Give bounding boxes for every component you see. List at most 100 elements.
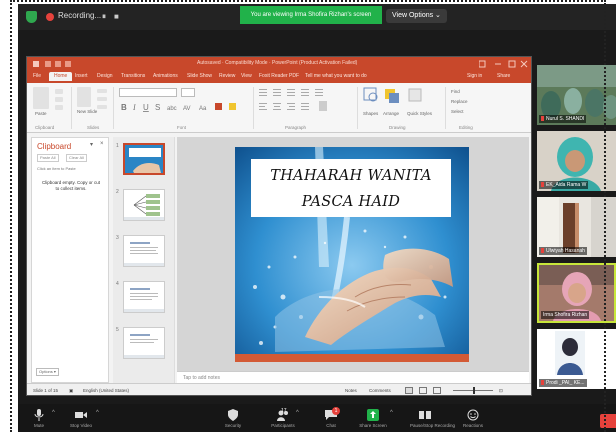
participants-options-caret[interactable]: ^ — [296, 410, 299, 416]
select-button[interactable]: Select — [451, 109, 464, 114]
comments-toggle-button[interactable]: Comments — [369, 388, 391, 393]
group-label-font: Font — [177, 125, 187, 130]
ppt-status-bar: Slide 1 of 15 ▣ English (United States) … — [27, 383, 531, 395]
paragraph-format-icons[interactable] — [259, 89, 351, 115]
notes-toggle-button[interactable]: Notes — [345, 388, 357, 393]
slide-thumbnail-4[interactable] — [123, 281, 165, 313]
tab-slide-show[interactable]: Slide Show — [187, 73, 212, 79]
reactions-icon — [467, 409, 479, 421]
thumb-number: 3 — [116, 235, 119, 241]
end-meeting-button[interactable] — [600, 414, 616, 428]
video-options-caret[interactable]: ^ — [96, 410, 99, 416]
tab-animations[interactable]: Animations — [153, 73, 178, 79]
participant-name: EK_Aida Rama W — [539, 181, 589, 189]
ribbon-divider — [71, 87, 72, 129]
tab-file[interactable]: File — [33, 73, 41, 79]
close-icon[interactable]: × — [100, 141, 104, 147]
share-screen-icon — [367, 409, 379, 421]
reading-view-icon[interactable] — [433, 387, 441, 394]
fit-slide-icon[interactable]: ⊡ — [499, 388, 503, 394]
tab-view[interactable]: View — [241, 73, 252, 79]
notes-pane[interactable]: Tap to add notes — [177, 371, 529, 383]
new-slide-label: New Slide — [77, 109, 98, 114]
cut-icon[interactable] — [55, 89, 63, 94]
participant-tile-active-speaker[interactable]: Irma Shofira Rizhan — [537, 263, 616, 323]
copy-icon[interactable] — [55, 97, 63, 102]
mute-button[interactable]: Mute — [24, 409, 54, 428]
tell-me-search[interactable]: Tell me what you want to do — [305, 73, 367, 79]
replace-button[interactable]: Replace — [451, 99, 468, 104]
tab-design[interactable]: Design — [97, 73, 113, 79]
spell-check-icon[interactable]: ▣ — [69, 388, 73, 394]
slide-thumbnail-5[interactable] — [123, 327, 165, 359]
shield-icon — [228, 409, 238, 421]
reactions-button[interactable]: Reactions — [458, 409, 488, 428]
clipboard-hint: Click an item to Paste — [37, 166, 76, 171]
paste-all-button[interactable]: Paste All — [37, 154, 59, 162]
normal-view-icon[interactable] — [405, 387, 413, 394]
slide-thumbnail-3[interactable] — [123, 235, 165, 267]
pause-recording-icon[interactable]: ⏸ — [102, 12, 106, 22]
slide-edit-area: THAHARAH WANITA PASCA HAID — [177, 137, 529, 371]
encryption-shield-icon[interactable] — [26, 11, 37, 23]
view-options-button[interactable]: View Options ⌄ — [386, 9, 447, 23]
tab-review[interactable]: Review — [219, 73, 235, 79]
share-button[interactable]: Share — [497, 73, 510, 79]
stop-video-button[interactable]: Stop Video — [66, 409, 96, 428]
slide-thumbnail-1[interactable] — [123, 143, 165, 175]
clipboard-pane-title: Clipboard — [37, 142, 72, 151]
clear-all-button[interactable]: Clear All — [66, 154, 87, 162]
participant-tile[interactable]: Prodi _PAI_ KE... — [537, 329, 616, 389]
font-name-dropdown[interactable] — [119, 88, 177, 97]
powerpoint-window: Autosaved · Compatibility Mode · PowerPo… — [26, 56, 532, 396]
slide-title-line-2: PASCA HAID — [301, 194, 401, 210]
slide-sorter-view-icon[interactable] — [419, 387, 427, 394]
slide-title-box[interactable]: THAHARAH WANITA PASCA HAID — [251, 159, 451, 217]
share-options-caret[interactable]: ^ — [390, 410, 393, 416]
layout-icon[interactable] — [97, 89, 107, 93]
chat-button[interactable]: Chat — [316, 409, 346, 428]
audio-options-caret[interactable]: ^ — [52, 410, 55, 416]
participant-tile[interactable]: Nurul S. SHANDI — [537, 65, 616, 125]
stop-recording-icon[interactable]: ■ — [114, 12, 119, 21]
zoom-slider-handle[interactable] — [473, 387, 475, 394]
participant-name: Prodi _PAI_ KE... — [539, 379, 587, 387]
tab-foxit-pdf[interactable]: Foxit Reader PDF — [259, 73, 299, 79]
tab-insert[interactable]: Insert — [75, 73, 88, 79]
main-slide[interactable]: THAHARAH WANITA PASCA HAID — [235, 147, 469, 362]
section-icon[interactable] — [97, 105, 107, 109]
format-painter-icon[interactable] — [55, 105, 63, 110]
reset-icon[interactable] — [97, 97, 107, 101]
participant-tile[interactable]: EK_Aida Rama W — [537, 131, 616, 191]
font-format-icons[interactable]: B I U S abc AV Aa — [119, 101, 249, 113]
tab-transitions[interactable]: Transitions — [121, 73, 145, 79]
quick-styles-label: Quick Styles — [407, 111, 433, 116]
zoom-meeting-toolbar: Mute ^ Stop Video ^ Security Participant… — [18, 404, 616, 432]
slide-thumbnail-2[interactable] — [123, 189, 165, 221]
thumb-number: 2 — [116, 189, 119, 195]
tab-home[interactable]: Home — [49, 72, 73, 81]
ribbon-divider — [445, 87, 446, 129]
pane-options-icon[interactable]: ▾ — [90, 141, 93, 148]
shapes-label: Shapes — [363, 111, 379, 116]
participants-count: 17 — [281, 408, 287, 414]
language-indicator[interactable]: English (United States) — [83, 388, 129, 393]
security-button[interactable]: Security — [218, 409, 248, 428]
group-label-drawing: Drawing — [389, 125, 406, 130]
ribbon-divider — [113, 87, 114, 129]
window-controls-icons[interactable] — [479, 60, 529, 68]
recording-status: Recording... — [58, 11, 102, 20]
find-button[interactable]: Find — [451, 89, 460, 94]
clipboard-options-button[interactable]: Options ▾ — [36, 368, 59, 376]
font-size-dropdown[interactable] — [181, 88, 195, 97]
share-screen-button[interactable]: Share Screen — [358, 409, 388, 428]
paste-icon[interactable] — [33, 87, 49, 109]
drawing-tools-icons[interactable] — [363, 87, 433, 109]
svg-text:AV: AV — [183, 106, 191, 112]
new-slide-icon[interactable] — [77, 87, 91, 107]
sign-in-link[interactable]: Sign in — [467, 73, 482, 79]
participant-name: Irma Shofira Rizhan — [541, 311, 590, 319]
pause-stop-recording-button[interactable]: Pause/Stop Recording — [410, 409, 455, 428]
participant-tile[interactable]: Ulwiyah Hasanah — [537, 197, 616, 257]
quick-access-icons[interactable] — [33, 60, 93, 68]
